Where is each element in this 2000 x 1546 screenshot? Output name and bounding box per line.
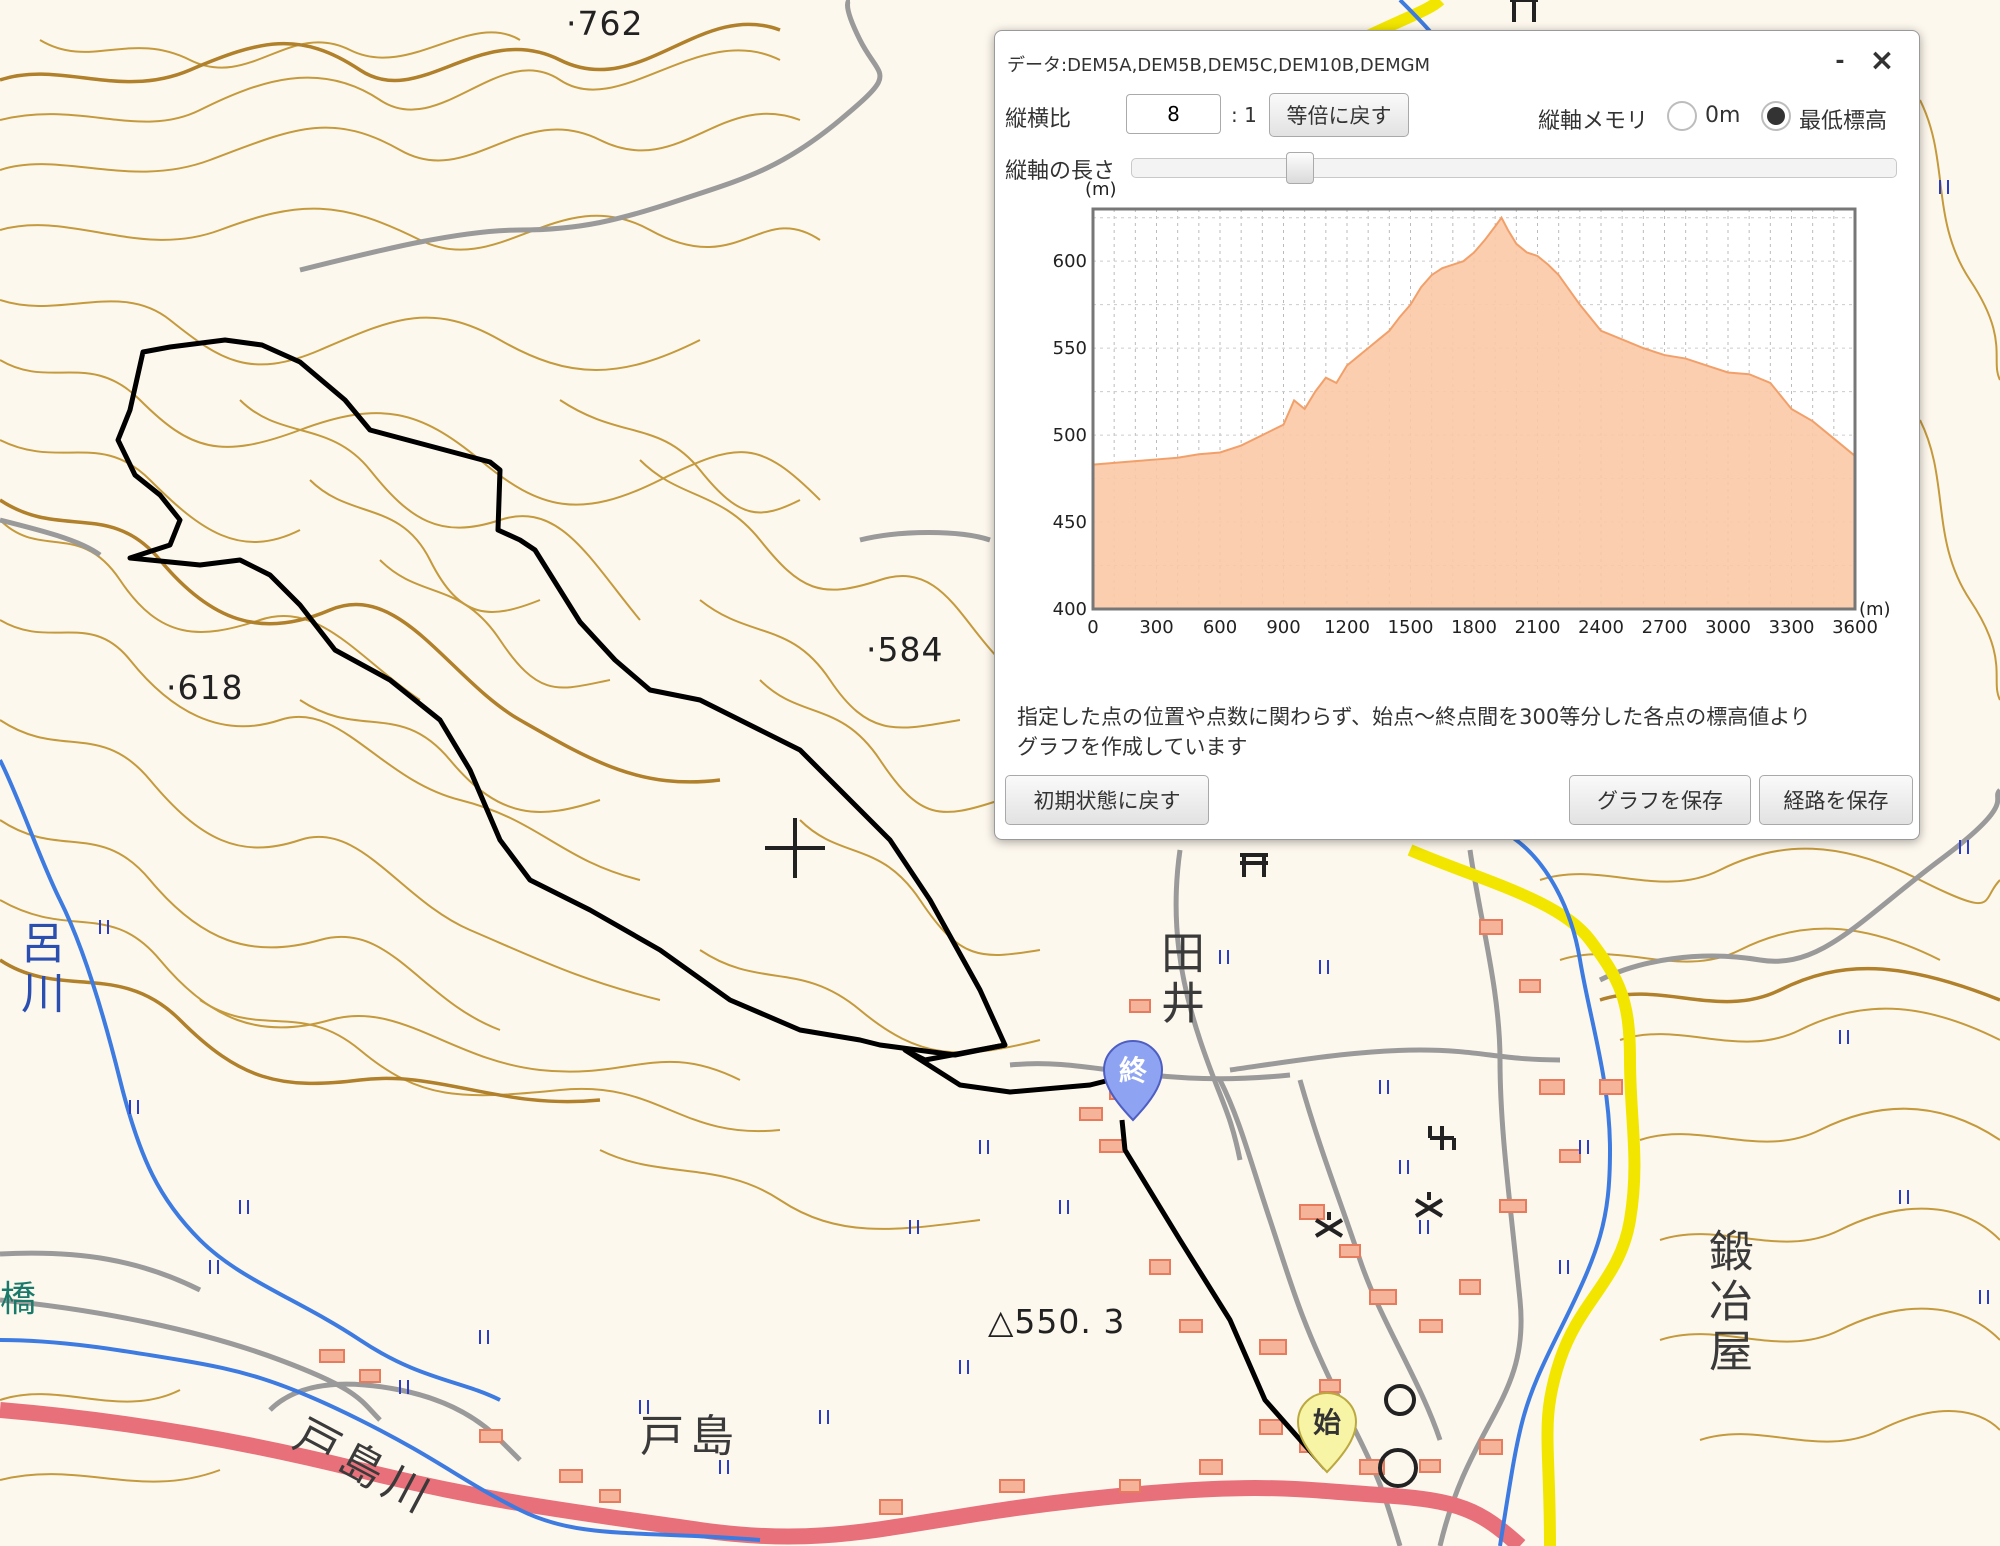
ratio-input[interactable] xyxy=(1126,94,1221,134)
x-tick-label: 2400 xyxy=(1578,617,1624,638)
y-tick-label: 550 xyxy=(1053,338,1087,359)
elevation-chart: 0 300 600 900 1200 1500 1800 2100 2400 2700 3000 33… xyxy=(1053,181,1891,638)
x-tick-label: 600 xyxy=(1203,617,1237,638)
spot-height-584: ·584 xyxy=(866,630,944,669)
close-button[interactable]: × xyxy=(1865,43,1899,78)
radio-min-label: 最低標高 xyxy=(1799,109,1888,134)
place-name-tai: 田井 xyxy=(1153,930,1204,1030)
y-tick-label: 500 xyxy=(1053,425,1087,446)
note-line-2: グラフを作成しています xyxy=(1017,735,1248,759)
radio-0m[interactable] xyxy=(1667,101,1697,131)
x-tick-label: 300 xyxy=(1139,617,1173,638)
place-name-hashi: 橋 xyxy=(0,1279,37,1320)
note-line-1: 指定した点の位置や点数に関わらず、始点～終点間を300等分した各点の標高値より xyxy=(1017,705,1811,729)
y-tick-label: 400 xyxy=(1053,599,1087,620)
start-marker-label: 始 xyxy=(1313,1406,1341,1439)
x-tick-label: 1500 xyxy=(1388,617,1434,638)
axis-length-slider[interactable] xyxy=(1131,158,1897,178)
ratio-suffix: : 1 xyxy=(1231,103,1257,127)
axis-length-slider-thumb[interactable] xyxy=(1285,152,1314,184)
place-name-kajiya: 鍛冶屋 xyxy=(1701,1228,1752,1378)
radio-min-elevation[interactable] xyxy=(1761,101,1791,131)
x-tick-label: 2700 xyxy=(1642,617,1688,638)
x-tick-label: 1200 xyxy=(1324,617,1370,638)
x-tick-label: 2100 xyxy=(1515,617,1561,638)
x-tick-label: 0 xyxy=(1087,617,1098,638)
x-tick-label: 1800 xyxy=(1451,617,1497,638)
reset-button[interactable]: 初期状態に戻す xyxy=(1005,775,1209,825)
elevation-profile-panel[interactable]: データ:DEM5A,DEM5B,DEM5C,DEM10B,DEMGM - × 縦… xyxy=(994,30,1920,840)
reset-scale-button[interactable]: 等倍に戻す xyxy=(1269,93,1409,137)
y-axis-unit: (m) xyxy=(1085,181,1117,200)
x-axis-unit: (m) xyxy=(1859,599,1891,620)
spot-height-550: △550. 3 xyxy=(988,1302,1126,1341)
radio-0m-label: 0m xyxy=(1705,103,1741,128)
axis-memory-label: 縦軸メモリ xyxy=(1538,109,1649,134)
minimize-button[interactable]: - xyxy=(1825,47,1855,75)
spot-height-762: ·762 xyxy=(566,4,644,43)
place-name-toshima: 戸島 xyxy=(640,1411,740,1462)
x-tick-label: 3600 xyxy=(1832,617,1878,638)
x-tick-label: 3000 xyxy=(1705,617,1751,638)
panel-title: データ:DEM5A,DEM5B,DEM5C,DEM10B,DEMGM xyxy=(1007,55,1431,76)
place-name-yorogawa: 呂川 xyxy=(13,920,64,1020)
end-marker-label: 終 xyxy=(1119,1054,1147,1087)
save-graph-button[interactable]: グラフを保存 xyxy=(1569,775,1751,825)
x-tick-label: 3300 xyxy=(1769,617,1815,638)
ratio-label: 縦横比 xyxy=(1005,107,1072,132)
save-route-button[interactable]: 経路を保存 xyxy=(1759,775,1913,825)
spot-height-618: ·618 xyxy=(166,668,244,707)
x-tick-label: 900 xyxy=(1266,617,1300,638)
y-tick-label: 450 xyxy=(1053,512,1087,533)
y-tick-label: 600 xyxy=(1053,251,1087,272)
